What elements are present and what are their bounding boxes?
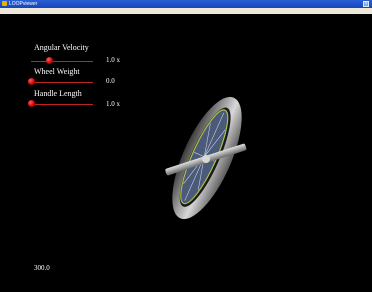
- gyroscope-wheel: [165, 96, 247, 220]
